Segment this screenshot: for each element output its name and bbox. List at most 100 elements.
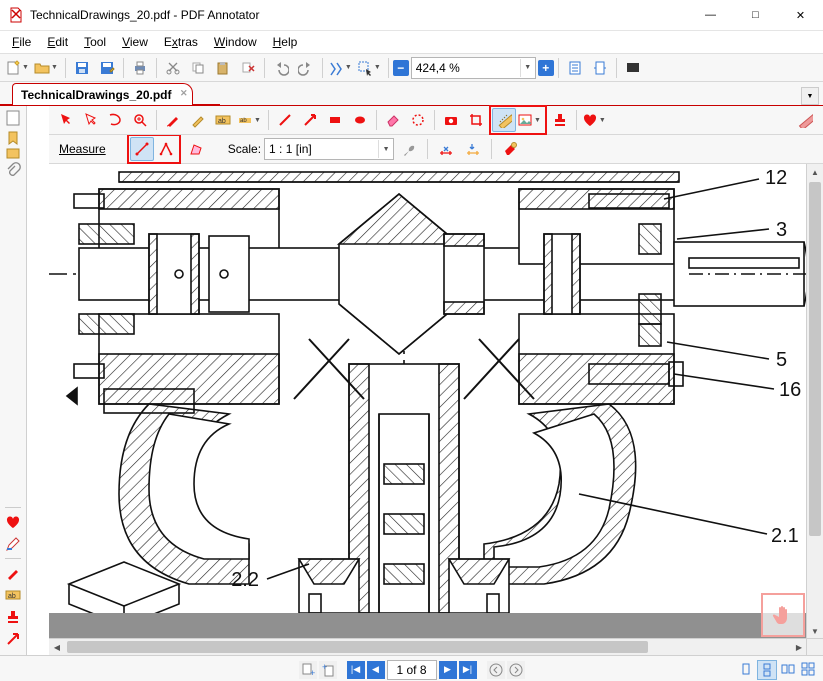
annotations-panel-icon[interactable] <box>5 146 21 162</box>
text-tool[interactable]: ab <box>211 108 235 132</box>
menu-help[interactable]: Help <box>265 33 306 51</box>
print-button[interactable] <box>128 56 152 80</box>
new-doc-button[interactable]: ▼ <box>4 56 32 80</box>
scroll-down-button[interactable]: ▼ <box>807 623 823 639</box>
fullscreen-button[interactable] <box>621 56 645 80</box>
ellipse-tool[interactable] <box>348 108 372 132</box>
menu-tool[interactable]: Tool <box>76 33 114 51</box>
scale-combo[interactable]: ▼ <box>264 138 394 160</box>
rectangle-tool[interactable] <box>323 108 347 132</box>
horizontal-scrollbar[interactable]: ◀ ▶ <box>49 638 807 655</box>
redo-button[interactable] <box>294 56 318 80</box>
pen-red-icon[interactable] <box>5 565 21 581</box>
pen-tool[interactable] <box>161 108 185 132</box>
tool-pen-blue-icon[interactable] <box>5 536 21 552</box>
next-page-button[interactable]: ▶ <box>439 661 457 679</box>
single-page-view-button[interactable] <box>737 660 755 678</box>
tab-menu-button[interactable]: ▼ <box>801 87 819 105</box>
continuous-view-button[interactable] <box>757 660 777 680</box>
cut-button[interactable] <box>161 56 185 80</box>
menu-extras[interactable]: Extras <box>156 33 206 51</box>
zoom-in-button[interactable]: + <box>538 60 554 76</box>
measure-area-tool[interactable] <box>184 137 208 161</box>
menu-file[interactable]: File <box>4 33 39 51</box>
pointer-tool[interactable] <box>53 108 77 132</box>
paste-button[interactable] <box>211 56 235 80</box>
lasso-tool[interactable] <box>103 108 127 132</box>
two-page-continuous-button[interactable] <box>799 660 817 678</box>
insert-page-before-button[interactable]: + <box>299 661 317 679</box>
vertical-scrollbar[interactable]: ▲ ▼ <box>806 164 823 639</box>
close-button[interactable]: ✕ <box>778 0 823 30</box>
textbox-ab-icon[interactable]: ab <box>5 587 21 603</box>
select-button[interactable]: ▼ <box>356 56 384 80</box>
find-button[interactable]: ▼ <box>327 56 355 80</box>
zoom-combo[interactable]: ▼ <box>411 57 536 79</box>
open-button[interactable]: ▼ <box>33 56 61 80</box>
nav-back-button[interactable] <box>487 661 505 679</box>
tab-close-icon[interactable]: ✕ <box>180 88 188 99</box>
zoom-dropdown-arrow[interactable]: ▼ <box>520 59 535 77</box>
snapshot-tool[interactable] <box>439 108 463 132</box>
vertical-scroll-thumb[interactable] <box>809 182 821 536</box>
maximize-button[interactable]: □ <box>733 0 778 30</box>
measure-tool[interactable] <box>492 108 516 132</box>
arrow-tool[interactable] <box>298 108 322 132</box>
save-as-button[interactable] <box>95 56 119 80</box>
marker-tool[interactable] <box>186 108 210 132</box>
document-view[interactable]: 12 3 5 16 2.1 2.2 ▲ ▼ ◀ <box>49 164 823 655</box>
attachments-icon[interactable] <box>5 162 21 178</box>
zoom-tool[interactable] <box>128 108 152 132</box>
text-highlight-tool[interactable]: ab▼ <box>236 108 264 132</box>
menu-view[interactable]: View <box>114 33 156 51</box>
horizontal-scroll-thumb[interactable] <box>67 641 648 653</box>
scale-input[interactable] <box>265 140 378 158</box>
delete-button[interactable] <box>236 56 260 80</box>
menu-window[interactable]: Window <box>206 33 265 51</box>
scroll-right-button[interactable]: ▶ <box>791 639 807 655</box>
scale-settings-button[interactable] <box>397 137 421 161</box>
save-button[interactable] <box>70 56 94 80</box>
undo-button[interactable] <box>269 56 293 80</box>
calibrate-y-button[interactable] <box>461 137 485 161</box>
minimize-button[interactable]: — <box>688 0 733 30</box>
line-tool[interactable] <box>273 108 297 132</box>
zoom-input[interactable] <box>412 59 520 77</box>
two-page-view-button[interactable] <box>779 660 797 678</box>
calibrate-x-button[interactable] <box>434 137 458 161</box>
last-page-button[interactable]: ▶| <box>459 661 477 679</box>
fit-page-button[interactable] <box>563 56 587 80</box>
copy-button[interactable] <box>186 56 210 80</box>
image-tool[interactable]: ▼ <box>516 108 544 132</box>
measure-perimeter-tool[interactable] <box>154 137 178 161</box>
scale-dropdown-arrow[interactable]: ▼ <box>378 140 393 158</box>
fit-width-button[interactable] <box>588 56 612 80</box>
ruler-icon[interactable] <box>793 108 817 132</box>
measure-label[interactable]: Measure <box>53 140 112 158</box>
scroll-up-button[interactable]: ▲ <box>807 164 823 180</box>
document-tab[interactable]: TechnicalDrawings_20.pdf ✕ <box>12 83 193 105</box>
favorites-dropdown[interactable]: ▼ <box>581 108 609 132</box>
stamp-red-icon[interactable] <box>5 609 21 625</box>
page-canvas[interactable]: 12 3 5 16 2.1 2.2 <box>49 164 812 613</box>
nav-forward-button[interactable] <box>507 661 525 679</box>
scroll-left-button[interactable]: ◀ <box>49 639 65 655</box>
stamp-tool[interactable] <box>548 108 572 132</box>
page-thumbnail-icon[interactable] <box>6 110 20 126</box>
page-number-input[interactable] <box>387 660 437 680</box>
prev-page-button[interactable]: ◀ <box>367 661 385 679</box>
erase-area-tool[interactable] <box>406 108 430 132</box>
pointer-alt-tool[interactable] <box>78 108 102 132</box>
pan-hint-icon[interactable] <box>761 593 805 637</box>
favorite-heart-icon[interactable] <box>5 514 21 530</box>
measure-distance-tool[interactable] <box>130 137 154 161</box>
crop-tool[interactable] <box>464 108 488 132</box>
eraser-tool[interactable] <box>381 108 405 132</box>
measure-options-button[interactable] <box>498 137 522 161</box>
insert-page-after-button[interactable]: + <box>319 661 337 679</box>
bookmarks-icon[interactable] <box>5 130 21 146</box>
zoom-out-button[interactable]: − <box>393 60 409 76</box>
first-page-button[interactable]: |◀ <box>347 661 365 679</box>
menu-edit[interactable]: Edit <box>39 33 76 51</box>
arrow-red-icon[interactable] <box>5 631 21 647</box>
